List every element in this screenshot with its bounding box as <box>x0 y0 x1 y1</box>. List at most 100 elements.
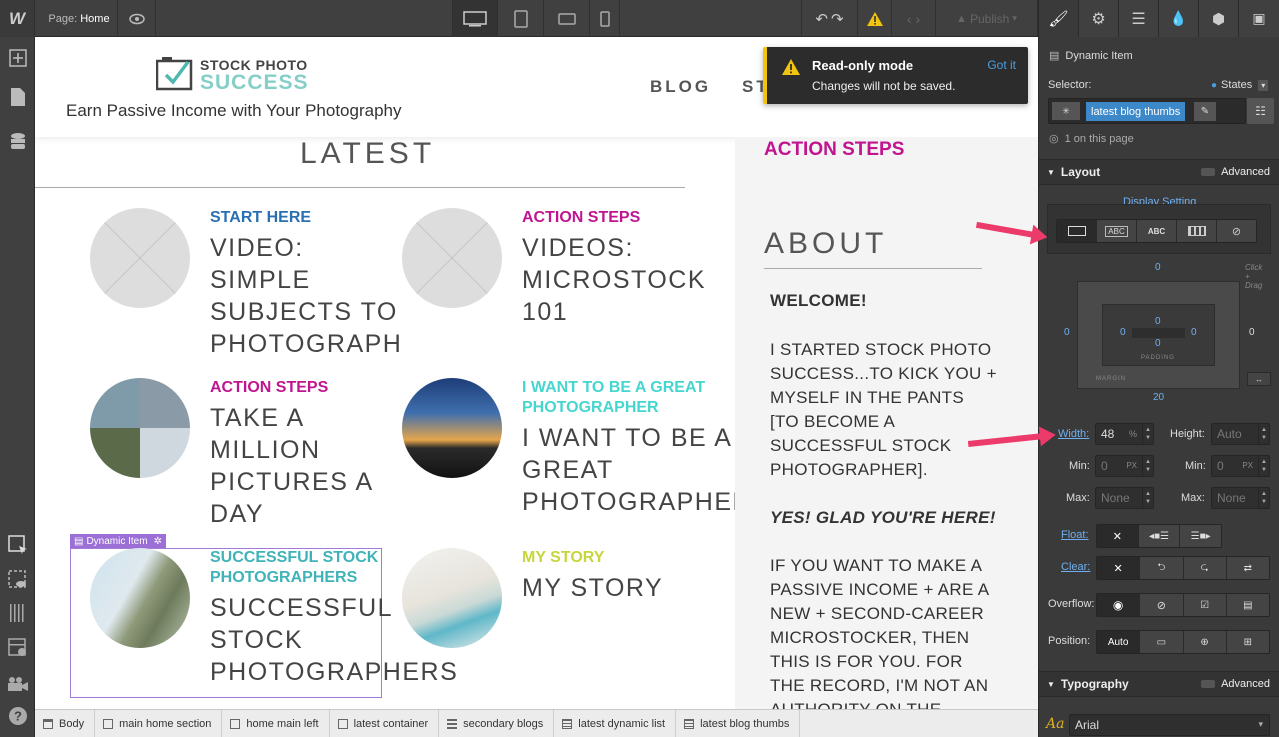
post-title[interactable]: TAKE A MILLION PICTURES A DAY <box>210 402 374 530</box>
tab-style[interactable]: 🖌 <box>1039 0 1079 37</box>
breadcrumb-item[interactable]: latest dynamic list <box>554 709 677 737</box>
float-none-button[interactable]: ✕ <box>1097 525 1139 547</box>
xray-button[interactable] <box>5 567 30 592</box>
add-element-button[interactable] <box>5 45 30 70</box>
device-landscape-button[interactable] <box>544 0 590 37</box>
clear-none-button[interactable]: ✕ <box>1097 557 1141 579</box>
selector-class-chip[interactable]: latest blog thumbs <box>1086 102 1186 121</box>
display-flex-button[interactable] <box>1177 220 1217 242</box>
breadcrumb-item[interactable]: home main left <box>222 709 330 737</box>
post-category[interactable]: ACTION STEPS <box>210 378 328 398</box>
post-category[interactable]: START HERE <box>210 208 311 228</box>
navigator-select-button[interactable] <box>5 532 30 557</box>
width-stepper[interactable]: ▲ ▼ <box>1142 424 1153 444</box>
page-selector[interactable]: Page: Home <box>35 0 118 37</box>
min-height-stepper[interactable]: ▲ ▼ <box>1258 456 1269 476</box>
height-stepper[interactable]: ▲ ▼ <box>1258 424 1269 444</box>
device-tablet-button[interactable] <box>498 0 544 37</box>
device-desktop-button[interactable] <box>452 0 498 37</box>
post-thumbnail-waterfall-collage[interactable] <box>90 378 190 478</box>
width-input[interactable]: 48 % ▲ ▼ <box>1095 423 1154 445</box>
padding-top-value[interactable]: 0 <box>1155 316 1161 327</box>
tab-swatches[interactable]: 💧 <box>1159 0 1199 37</box>
display-none-button[interactable]: ⊘ <box>1217 220 1256 242</box>
video-tutorials-button[interactable] <box>5 671 30 696</box>
min-height-input[interactable]: 0 PX ▲ ▼ <box>1211 455 1270 477</box>
guides-button[interactable] <box>5 600 30 625</box>
breadcrumb-item[interactable]: main home section <box>95 709 223 737</box>
selector-menu-button[interactable]: ☷ <box>1247 98 1274 124</box>
display-inline-block-button[interactable]: ABC <box>1097 220 1137 242</box>
margin-right-value[interactable]: 0 <box>1249 327 1255 338</box>
post-category[interactable]: MY STORY <box>522 548 604 568</box>
box-model-more-button[interactable]: ↔ <box>1247 372 1271 386</box>
position-fixed-button[interactable]: ⊞ <box>1226 631 1269 653</box>
padding-right-value[interactable]: 0 <box>1191 327 1197 338</box>
post-thumbnail-cliff-lighthouse[interactable] <box>90 548 190 648</box>
font-family-select[interactable]: Arial ▾ <box>1069 714 1270 736</box>
device-portrait-button[interactable] <box>590 0 620 37</box>
position-relative-button[interactable]: ▭ <box>1140 631 1184 653</box>
display-block-button[interactable] <box>1057 220 1097 242</box>
advanced-toggle[interactable]: Advanced <box>1201 678 1270 690</box>
layout-section-header[interactable]: ▼ Layout Advanced <box>1039 159 1279 185</box>
layout-preview-button[interactable] <box>5 635 30 660</box>
overflow-auto-button[interactable]: ▤ <box>1226 594 1269 616</box>
post-thumbnail-placeholder[interactable] <box>402 208 502 308</box>
gear-icon[interactable]: ✲ <box>154 536 162 547</box>
design-canvas[interactable]: STOCK PHOTO SUCCESS Earn Passive Income … <box>35 37 1038 709</box>
post-category[interactable]: ACTION STEPS <box>522 208 640 228</box>
selector-field[interactable]: ✳ latest blog thumbs ✎ <box>1048 98 1246 124</box>
position-absolute-button[interactable]: ⊕ <box>1183 631 1227 653</box>
clear-both-button[interactable]: ⇄ <box>1226 557 1269 579</box>
states-dropdown[interactable]: ● States ▾ <box>1211 79 1269 91</box>
margin-top-value[interactable]: 0 <box>1155 262 1161 273</box>
redo-icon[interactable]: ↷ <box>831 10 844 28</box>
margin-bottom-value[interactable]: 20 <box>1153 392 1164 403</box>
post-title[interactable]: MY STORY <box>522 572 663 604</box>
min-width-stepper[interactable]: ▲ ▼ <box>1142 456 1153 476</box>
publish-button[interactable]: ▲ Publish ▾ <box>936 0 1038 37</box>
tab-assets[interactable]: ▣ <box>1239 0 1279 37</box>
float-right-button[interactable]: ☰■▸ <box>1180 525 1221 547</box>
tab-settings[interactable]: ⚙ <box>1079 0 1119 37</box>
display-inline-button[interactable]: ABC <box>1137 220 1177 242</box>
preview-button[interactable] <box>118 0 156 37</box>
overflow-scroll-button[interactable]: ☑ <box>1183 594 1227 616</box>
toast-got-it-button[interactable]: Got it <box>987 58 1016 72</box>
float-left-button[interactable]: ◂■☰ <box>1138 525 1181 547</box>
breadcrumb-item[interactable]: latest container <box>330 709 440 737</box>
clear-left-button[interactable]: ⮌ <box>1140 557 1184 579</box>
help-button[interactable]: ? <box>5 703 30 728</box>
overflow-visible-button[interactable]: ◉ <box>1097 594 1141 616</box>
padding-left-value[interactable]: 0 <box>1120 327 1126 338</box>
breadcrumb-item[interactable]: latest blog thumbs <box>676 709 801 737</box>
post-thumbnail-placeholder[interactable] <box>90 208 190 308</box>
typography-section-header[interactable]: ▼ Typography Advanced <box>1039 671 1279 697</box>
undo-redo-buttons[interactable]: ↶ ↷ <box>801 0 858 37</box>
padding-bottom-value[interactable]: 0 <box>1155 338 1161 349</box>
overflow-hidden-button[interactable]: ⊘ <box>1140 594 1184 616</box>
max-height-input[interactable]: None ▲ ▼ <box>1211 487 1270 509</box>
warning-button[interactable] <box>858 0 892 37</box>
dynamic-item-tag[interactable]: ▤ Dynamic Item ✲ <box>70 534 166 548</box>
post-thumbnail-sunset-silhouette[interactable] <box>402 378 502 478</box>
post-title[interactable]: I WANT TO BE A GREAT PHOTOGRAPHER <box>522 422 752 518</box>
tab-navigator[interactable]: ☰ <box>1119 0 1159 37</box>
code-button[interactable]: ‹ › <box>892 0 936 37</box>
advanced-toggle[interactable]: Advanced <box>1201 166 1270 178</box>
undo-icon[interactable]: ↶ <box>815 10 828 28</box>
cms-button[interactable] <box>5 129 30 154</box>
clear-right-button[interactable]: ⮎ <box>1183 557 1227 579</box>
breadcrumb-item[interactable]: secondary blogs <box>439 709 555 737</box>
max-width-stepper[interactable]: ▲ ▼ <box>1142 488 1153 508</box>
max-width-input[interactable]: None ▲ ▼ <box>1095 487 1154 509</box>
pages-button[interactable] <box>5 84 30 109</box>
max-height-stepper[interactable]: ▲ ▼ <box>1258 488 1269 508</box>
position-auto-button[interactable]: Auto <box>1097 631 1141 653</box>
sidebar-action-steps[interactable]: ACTION STEPS <box>764 139 904 161</box>
post-category[interactable]: SUCCESSFUL STOCK PHOTOGRAPHERS <box>210 548 378 588</box>
post-title[interactable]: VIDEOS: MICROSTOCK 101 <box>522 232 706 328</box>
post-thumbnail-bedroom[interactable] <box>402 548 502 648</box>
breadcrumb-item[interactable]: Body <box>35 709 96 737</box>
